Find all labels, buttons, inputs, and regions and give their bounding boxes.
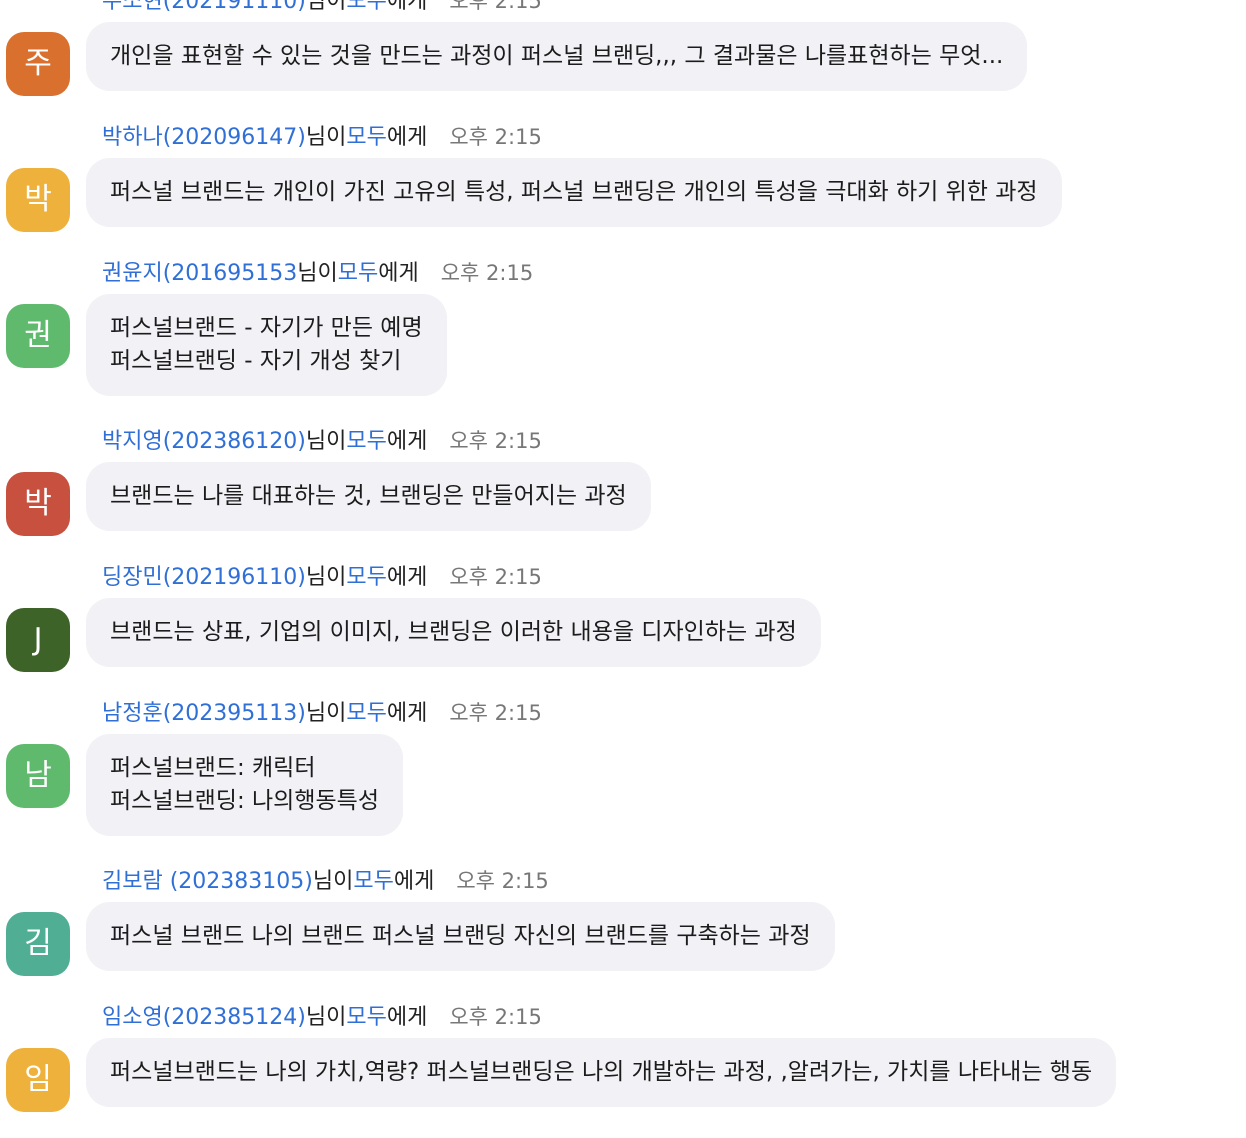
- avatar[interactable]: 박: [6, 168, 70, 232]
- message-text-line: 브랜드는 상표, 기업의 이미지, 브랜딩은 이러한 내용을 디자인하는 과정: [110, 619, 797, 645]
- message-header: 박지영(202386120)님이모두에게 오후 2:15: [102, 428, 542, 454]
- sender-suffix-text: 님이: [305, 1005, 347, 1030]
- chat-message: 권 권윤지(201695153님이모두에게 오후 2:15 퍼스널브랜드 - 자기가 …: [0, 258, 1246, 426]
- sender-suffix-text: 님이: [297, 261, 338, 286]
- message-timestamp: 오후 2:15: [440, 261, 534, 285]
- avatar[interactable]: 주: [6, 32, 70, 96]
- chat-message-list: 주 주소현(202191110)님이모두에게 오후 2:15 개인을 표현할 수 있는…: [0, 0, 1246, 1138]
- sender-suffix-text: 님이: [305, 0, 347, 14]
- recipient-everyone-link[interactable]: 모두: [346, 565, 386, 590]
- avatar[interactable]: 권: [6, 304, 70, 368]
- recipient-suffix-text: 에게: [386, 125, 428, 150]
- recipient-suffix-text: 에게: [386, 701, 428, 726]
- sender-name-link[interactable]: 김보람 (202383105): [102, 869, 313, 894]
- message-timestamp: 오후 2:15: [449, 1005, 542, 1029]
- message-header: 임소영(202385124)님이모두에게 오후 2:15: [102, 1004, 542, 1030]
- avatar[interactable]: 박: [6, 472, 70, 536]
- sender-name-link[interactable]: 임소영(202385124): [102, 1005, 306, 1030]
- message-text-line: 퍼스널브랜드 - 자기가 만든 예명: [110, 315, 423, 341]
- message-header: 김보람 (202383105)님이모두에게 오후 2:15: [102, 868, 549, 894]
- chat-message: 임 임소영(202385124)님이모두에게 오후 2:15 퍼스널브랜드는 나의 가…: [0, 1002, 1246, 1138]
- sender-name-link[interactable]: 딩장민(202196110): [102, 565, 306, 590]
- recipient-everyone-link[interactable]: 모두: [346, 429, 386, 454]
- message-text-line: 퍼스널 브랜드는 개인이 가진 고유의 특성, 퍼스널 브랜딩은 개인의 특성을…: [110, 179, 1038, 205]
- avatar[interactable]: 임: [6, 1048, 70, 1112]
- message-header: 박하나(202096147)님이모두에게 오후 2:15: [102, 124, 542, 150]
- message-bubble: 퍼스널브랜드는 나의 가치,역량? 퍼스널브랜딩은 나의 개발하는 과정, ,알…: [86, 1038, 1117, 1107]
- message-timestamp: 오후 2:15: [449, 701, 542, 725]
- message-bubble: 퍼스널 브랜드는 개인이 가진 고유의 특성, 퍼스널 브랜딩은 개인의 특성을…: [86, 158, 1062, 227]
- recipient-suffix-text: 에게: [378, 261, 419, 286]
- recipient-suffix-text: 에게: [386, 565, 428, 590]
- recipient-everyone-link[interactable]: 모두: [346, 0, 386, 14]
- sender-suffix-text: 님이: [312, 869, 354, 894]
- recipient-everyone-link[interactable]: 모두: [338, 261, 378, 286]
- recipient-everyone-link[interactable]: 모두: [346, 1005, 386, 1030]
- message-text-line: 퍼스널브랜드는 나의 가치,역량? 퍼스널브랜딩은 나의 개발하는 과정, ,알…: [110, 1059, 1093, 1085]
- avatar[interactable]: 남: [6, 744, 70, 808]
- sender-name-link[interactable]: 주소현(202191110): [102, 0, 306, 14]
- recipient-everyone-link[interactable]: 모두: [346, 125, 386, 150]
- sender-suffix-text: 님이: [305, 701, 347, 726]
- message-text-line: 개인을 표현할 수 있는 것을 만드는 과정이 퍼스널 브랜딩,,, 그 결과물…: [110, 43, 1004, 69]
- message-bubble: 브랜드는 나를 대표하는 것, 브랜딩은 만들어지는 과정: [86, 462, 651, 531]
- chat-message: 박 박하나(202096147)님이모두에게 오후 2:15 퍼스널 브랜드는 개인이…: [0, 122, 1246, 258]
- message-bubble: 개인을 표현할 수 있는 것을 만드는 과정이 퍼스널 브랜딩,,, 그 결과물…: [86, 22, 1028, 91]
- message-bubble: 퍼스널브랜드 - 자기가 만든 예명퍼스널브랜딩 - 자기 개성 찾기: [86, 294, 447, 396]
- chat-message: J 딩장민(202196110)님이모두에게 오후 2:15 브랜드는 상표, 기업의…: [0, 562, 1246, 698]
- message-header: 남정훈(202395113)님이모두에게 오후 2:15: [102, 700, 542, 726]
- message-bubble: 브랜드는 상표, 기업의 이미지, 브랜딩은 이러한 내용을 디자인하는 과정: [86, 598, 821, 667]
- sender-suffix-text: 님이: [305, 565, 347, 590]
- recipient-everyone-link[interactable]: 모두: [353, 869, 393, 894]
- message-header: 주소현(202191110)님이모두에게 오후 2:15: [102, 0, 542, 14]
- message-text-line: 퍼스널 브랜드 나의 브랜드 퍼스널 브랜딩 자신의 브랜드를 구축하는 과정: [110, 923, 811, 949]
- message-timestamp: 오후 2:15: [456, 869, 549, 893]
- recipient-suffix-text: 에게: [393, 869, 435, 894]
- message-timestamp: 오후 2:15: [449, 125, 542, 149]
- message-bubble: 퍼스널 브랜드 나의 브랜드 퍼스널 브랜딩 자신의 브랜드를 구축하는 과정: [86, 902, 835, 971]
- message-bubble: 퍼스널브랜드: 캐릭터퍼스널브랜딩: 나의행동특성: [86, 734, 403, 836]
- sender-suffix-text: 님이: [305, 125, 347, 150]
- avatar[interactable]: J: [6, 608, 70, 672]
- sender-suffix-text: 님이: [305, 429, 347, 454]
- message-header: 권윤지(201695153님이모두에게 오후 2:15: [102, 260, 533, 286]
- recipient-suffix-text: 에게: [386, 429, 428, 454]
- chat-message: 박 박지영(202386120)님이모두에게 오후 2:15 브랜드는 나를 대표하는…: [0, 426, 1246, 562]
- recipient-everyone-link[interactable]: 모두: [346, 701, 386, 726]
- recipient-suffix-text: 에게: [386, 0, 428, 14]
- message-header: 딩장민(202196110)님이모두에게 오후 2:15: [102, 564, 542, 590]
- avatar[interactable]: 김: [6, 912, 70, 976]
- recipient-suffix-text: 에게: [386, 1005, 428, 1030]
- message-timestamp: 오후 2:15: [449, 429, 542, 453]
- message-text-line: 퍼스널브랜딩: 나의행동특성: [110, 788, 379, 814]
- sender-name-link[interactable]: 권윤지(201695153: [102, 261, 297, 286]
- message-timestamp: 오후 2:15: [449, 565, 542, 589]
- message-timestamp: 오후 2:15: [449, 0, 542, 13]
- chat-message: 김 김보람 (202383105)님이모두에게 오후 2:15 퍼스널 브랜드 나의 …: [0, 866, 1246, 1002]
- message-text-line: 퍼스널브랜딩 - 자기 개성 찾기: [110, 348, 402, 374]
- sender-name-link[interactable]: 박지영(202386120): [102, 429, 306, 454]
- sender-name-link[interactable]: 박하나(202096147): [102, 125, 306, 150]
- message-text-line: 퍼스널브랜드: 캐릭터: [110, 755, 316, 781]
- sender-name-link[interactable]: 남정훈(202395113): [102, 701, 306, 726]
- chat-message: 남 남정훈(202395113)님이모두에게 오후 2:15 퍼스널브랜드: 캐릭터 퍼…: [0, 698, 1246, 866]
- chat-message: 주 주소현(202191110)님이모두에게 오후 2:15 개인을 표현할 수 있는…: [0, 0, 1246, 122]
- message-text-line: 브랜드는 나를 대표하는 것, 브랜딩은 만들어지는 과정: [110, 483, 627, 509]
